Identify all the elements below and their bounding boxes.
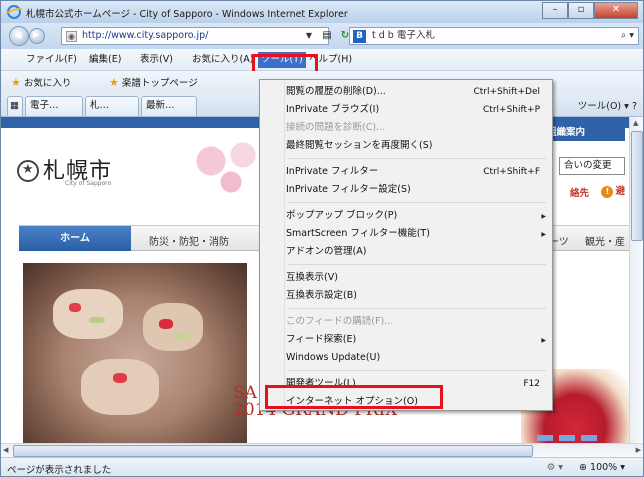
tab-2[interactable]: 札… — [85, 96, 139, 116]
menu-windows-update[interactable]: Windows Update(U) — [286, 350, 380, 366]
menu-internet-options[interactable]: インターネット オプション(O) — [286, 394, 418, 410]
menu-developer-tools-shortcut: F12 — [523, 379, 540, 389]
menu-popup-blocker[interactable]: ポップアップ ブロック(P) — [286, 208, 397, 224]
contact-link[interactable]: 絡先 — [570, 185, 589, 199]
back-button[interactable]: ◀ — [9, 26, 29, 46]
slider-indicator[interactable] — [537, 435, 597, 441]
submenu-arrow-icon: ▶ — [541, 231, 546, 238]
contact-box[interactable]: 合いの変更 — [559, 157, 625, 175]
site-icon: ◉ — [66, 31, 77, 42]
menu-separator — [288, 308, 546, 309]
window-title: 札幌市公式ホームページ - City of Sapporo - Windows … — [26, 9, 348, 20]
menu-developer-tools[interactable]: 開発者ツール(L) — [286, 376, 356, 392]
menu-file[interactable]: ファイル(F) — [23, 52, 80, 68]
ie-window: 札幌市公式ホームページ - City of Sapporo - Windows … — [0, 0, 644, 477]
tab-3[interactable]: 最新… — [141, 96, 197, 116]
menu-inprivate-browsing[interactable]: InPrivate ブラウズ(I) — [286, 102, 379, 118]
menu-inprivate-filter[interactable]: InPrivate フィルター — [286, 164, 378, 180]
menu-inprivate-browsing-shortcut: Ctrl+Shift+P — [483, 105, 540, 115]
tools-toolbar-button[interactable]: ツール(O) ▾ ? — [578, 98, 637, 112]
close-button[interactable]: ✕ — [594, 2, 638, 19]
menu-delete-history[interactable]: 閲覧の履歴の削除(D)... — [286, 84, 386, 100]
menu-bar: ファイル(F) 編集(E) 表示(V) お気に入り(A) ツール(T) ヘルプ(… — [1, 49, 643, 71]
search-text: t d b 電子入札 — [372, 30, 435, 41]
menu-separator — [288, 264, 546, 265]
scroll-right-icon[interactable]: ▶ — [636, 446, 641, 454]
vertical-scrollbar[interactable]: ▲ — [629, 117, 643, 443]
security-zone-icon[interactable]: ⚙ ▾ — [547, 462, 563, 473]
menu-compat-view[interactable]: 互換表示(V) — [286, 270, 338, 286]
scroll-up-icon[interactable]: ▲ — [633, 119, 638, 127]
tools-menu: 閲覧の履歴の削除(D)... Ctrl+Shift+Del InPrivate … — [259, 79, 553, 411]
window-controls: – ▫ ✕ — [542, 2, 638, 19]
menu-manage-addons[interactable]: アドオンの管理(A) — [286, 244, 366, 260]
menu-view[interactable]: 表示(V) — [137, 52, 176, 68]
back-arrow-icon: ◀ — [14, 30, 22, 41]
nav-home[interactable]: ホーム — [19, 226, 131, 251]
blossom-image — [187, 137, 267, 197]
forward-arrow-icon: ▶ — [33, 30, 40, 39]
menu-diagnose-connection: 接続の問題を診断(C)... — [286, 122, 386, 133]
status-bar: ページが表示されました ⚙ ▾ ⊕ 100% ▾ — [1, 457, 643, 476]
favorites-link[interactable]: ★ 楽譜トップページ — [109, 75, 198, 89]
horizontal-scroll-thumb[interactable] — [13, 445, 533, 457]
scroll-left-icon[interactable]: ◀ — [3, 446, 8, 454]
nav-tourism[interactable]: 観光・産 — [585, 233, 625, 248]
add-favorite-icon: ★ — [109, 76, 119, 89]
address-bar[interactable]: ◉ http://www.city.sapporo.jp/ — [61, 27, 329, 45]
menu-delete-history-shortcut: Ctrl+Shift+Del — [473, 87, 540, 97]
nav-disaster[interactable]: 防災・防犯・消防 — [149, 233, 229, 248]
menu-favorites[interactable]: お気に入り(A) — [189, 52, 256, 68]
menu-separator — [288, 202, 546, 203]
alert-icon: ! — [601, 186, 614, 198]
search-provider-icon: B — [353, 30, 366, 43]
menu-compat-view-settings[interactable]: 互換表示設定(B) — [286, 288, 357, 304]
sweets-photo — [23, 263, 247, 443]
favorites-star-icon: ★ — [11, 76, 21, 89]
menu-smartscreen[interactable]: SmartScreen フィルター機能(T) — [286, 226, 430, 242]
address-url: http://www.city.sapporo.jp/ — [82, 30, 209, 41]
status-text: ページが表示されました — [7, 465, 112, 476]
ie-logo-icon — [7, 5, 21, 19]
menu-inprivate-filter-settings[interactable]: InPrivate フィルター設定(S) — [286, 182, 411, 198]
menu-reopen-session[interactable]: 最終閲覧セッションを再度開く(S) — [286, 138, 432, 154]
quick-tabs-icon[interactable]: ▦ — [7, 96, 23, 116]
submenu-arrow-icon: ▶ — [541, 213, 546, 220]
help-icon[interactable]: ? — [632, 101, 637, 112]
menu-separator — [288, 370, 546, 371]
evacuation-link[interactable]: ! 避 — [601, 183, 625, 198]
menu-tools[interactable]: ツール(T) — [258, 52, 306, 68]
minimize-button[interactable]: – — [542, 2, 568, 19]
favorites-button[interactable]: ★ お気に入り — [11, 75, 71, 89]
forward-button[interactable]: ▶ — [29, 28, 45, 44]
menu-separator — [288, 158, 546, 159]
compat-view-icon[interactable]: ▤ — [319, 28, 335, 44]
search-icon[interactable]: ⌕ ▾ — [621, 28, 634, 44]
address-row: ◀ ▶ ◉ http://www.city.sapporo.jp/ ▼ ▤ ↻ … — [1, 23, 643, 49]
vertical-scroll-thumb[interactable] — [631, 131, 643, 241]
menu-help[interactable]: ヘルプ(H) — [306, 52, 355, 68]
menu-edit[interactable]: 編集(E) — [86, 52, 124, 68]
submenu-arrow-icon: ▶ — [541, 337, 546, 344]
menu-subscribe-feed: このフィードの購読(F)... — [286, 316, 394, 327]
zoom-icon: ⊕ — [579, 462, 587, 473]
tab-1[interactable]: 電子… — [25, 96, 83, 116]
zoom-level[interactable]: ⊕ 100% ▾ — [579, 462, 625, 473]
address-dropdown-icon[interactable]: ▼ — [301, 28, 317, 44]
menu-inprivate-filter-shortcut: Ctrl+Shift+F — [483, 167, 540, 177]
horizontal-scrollbar[interactable]: ◀ ▶ — [1, 443, 643, 457]
site-logo-subtitle: City of Sapporo — [65, 180, 112, 187]
city-emblem-icon — [17, 160, 39, 182]
title-bar: 札幌市公式ホームページ - City of Sapporo - Windows … — [1, 1, 643, 23]
maximize-button[interactable]: ▫ — [568, 2, 594, 19]
search-box[interactable]: B t d b 電子入札 ⌕ ▾ — [349, 27, 639, 45]
menu-feed-discovery[interactable]: フィード探索(E) — [286, 332, 356, 348]
